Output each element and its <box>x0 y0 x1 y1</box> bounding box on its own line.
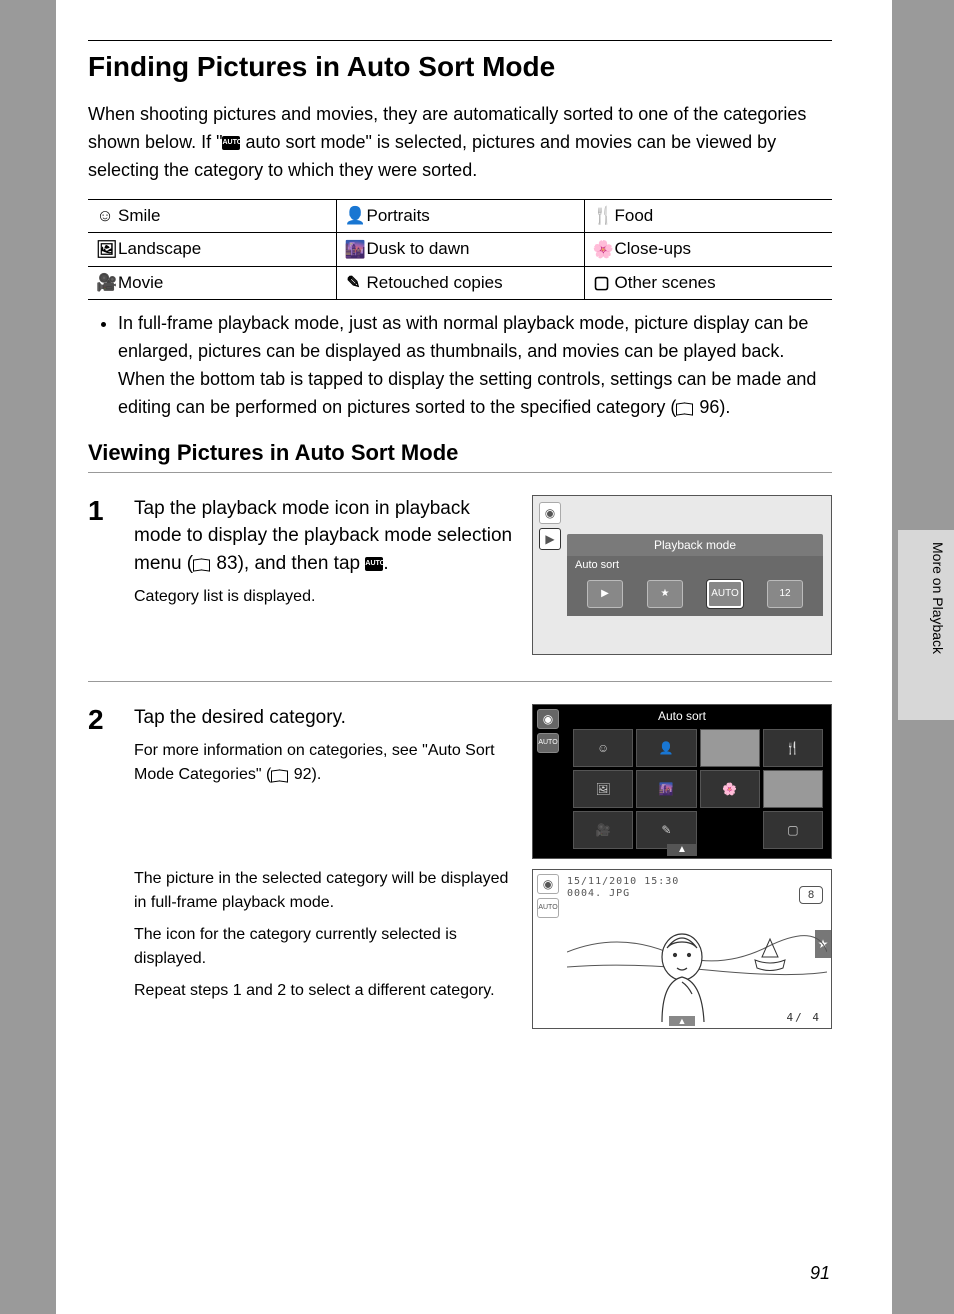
page-number: 91 <box>810 1263 830 1284</box>
food-icon: 🍴 <box>593 206 611 226</box>
book-ref-icon <box>193 557 211 571</box>
mode-menu-subtitle: Auto sort <box>567 556 823 574</box>
category-portraits[interactable]: 👤 <box>636 729 696 767</box>
page-title: Finding Pictures in Auto Sort Mode <box>88 51 832 83</box>
section-subtitle: Viewing Pictures in Auto Sort Mode <box>88 440 832 466</box>
mode-play-button[interactable]: ▶ <box>587 580 623 608</box>
portraits-icon: 👤 <box>345 206 363 226</box>
smile-icon: ☺ <box>96 206 114 226</box>
auto-tab-icon: AUTO <box>537 733 559 753</box>
mode-menu-title: Playback mode <box>567 538 823 552</box>
photo-counter: 4/ 4 <box>787 1011 822 1024</box>
note-list: In full-frame playback mode, just as wit… <box>100 310 832 422</box>
photo-filename: 0004. JPG <box>567 888 679 900</box>
category-dusk[interactable]: 🌆 <box>636 770 696 808</box>
section-tab-label: More on Playback <box>930 542 946 654</box>
category-grid: ☺ 👤 🍴 🖼 🌆 🌸 🎥 ✎ ▢ <box>573 729 823 849</box>
up-tab[interactable]: ▲ <box>669 1016 695 1026</box>
category-smile[interactable]: ☺ <box>573 729 633 767</box>
step-2-text: Tap the desired category. <box>134 707 346 728</box>
category-other[interactable]: ▢ <box>763 811 823 849</box>
category-closeups[interactable]: 🌸 <box>700 770 760 808</box>
cell-label: Movie <box>118 273 163 292</box>
category-portraits-thumb[interactable] <box>700 729 760 767</box>
step-1: 1 Tap the playback mode icon in playback… <box>88 495 832 655</box>
table-row: 🖼Landscape 🌆Dusk to dawn 🌸Close-ups <box>88 233 832 267</box>
screen-left-tabs: ◉ AUTO <box>537 874 559 922</box>
camera-tab-icon: ◉ <box>537 874 559 894</box>
book-ref-icon <box>271 768 289 782</box>
landscape-icon: 🖼 <box>96 240 114 260</box>
cell-label: Landscape <box>118 239 201 258</box>
screen-auto-sort-grid: ◉ AUTO Auto sort ☺ 👤 🍴 🖼 🌆 🌸 <box>532 704 832 859</box>
closeups-icon: 🌸 <box>593 240 611 260</box>
photo-info: 15/11/2010 15:30 0004. JPG <box>567 876 679 900</box>
dusk-icon: 🌆 <box>345 240 363 260</box>
mode-favorites-button[interactable]: ★ <box>647 580 683 608</box>
table-row: ☺Smile 👤Portraits 🍴Food <box>88 199 832 233</box>
auto-sort-title: Auto sort <box>533 709 831 723</box>
up-tab[interactable]: ▲ <box>667 844 697 856</box>
note-item: In full-frame playback mode, just as wit… <box>118 310 832 422</box>
cell-label: Dusk to dawn <box>367 239 470 258</box>
cell-label: Food <box>615 206 654 225</box>
step-2-sub2: The picture in the selected category wil… <box>134 867 514 915</box>
title-rule <box>88 40 832 41</box>
mode-auto-sort-button[interactable]: AUTO <box>707 580 743 608</box>
screen-left-tabs: ◉ ▶ <box>539 502 561 554</box>
table-row: 🎥Movie ✎Retouched copies ▢Other scenes <box>88 266 832 300</box>
categories-table: ☺Smile 👤Portraits 🍴Food 🖼Landscape 🌆Dusk… <box>88 199 832 301</box>
movie-icon: 🎥 <box>96 273 114 293</box>
category-food[interactable]: 🍴 <box>763 729 823 767</box>
intro-paragraph: When shooting pictures and movies, they … <box>88 101 832 185</box>
mode-list-by-date-button[interactable]: 12 <box>767 580 803 608</box>
step-1-text: Tap the playback mode icon in playback m… <box>134 498 512 574</box>
screen-full-frame-playback: ◉ AUTO 15/11/2010 15:30 0004. JPG 8 ★ <box>532 869 832 1029</box>
photo-date: 15/11/2010 15:30 <box>567 876 679 887</box>
cell-label: Smile <box>118 206 161 225</box>
document-page: Finding Pictures in Auto Sort Mode When … <box>56 0 892 1314</box>
step-2-sub3: The icon for the category currently sele… <box>134 923 514 971</box>
camera-tab-icon: ◉ <box>539 502 561 524</box>
cell-label: Retouched copies <box>367 273 503 292</box>
cell-label: Other scenes <box>615 273 716 292</box>
step-number: 2 <box>88 704 116 1029</box>
scene-svg <box>567 900 827 1024</box>
retouched-icon: ✎ <box>345 273 363 293</box>
screen-playback-mode-menu: ◉ ▶ Playback mode Auto sort ▶ ★ AUTO 12 <box>532 495 832 655</box>
cell-label: Portraits <box>367 206 430 225</box>
category-closeups-thumb[interactable] <box>763 770 823 808</box>
cell-label: Close-ups <box>615 239 692 258</box>
mode-menu-panel: Playback mode Auto sort ▶ ★ AUTO 12 <box>567 534 823 616</box>
book-ref-icon <box>676 401 694 415</box>
playback-tab-icon: ▶ <box>539 528 561 550</box>
step-2: 2 Tap the desired category. For more inf… <box>88 704 832 1029</box>
other-icon: ▢ <box>593 273 611 293</box>
auto-tab-icon: AUTO <box>537 898 559 918</box>
step-divider <box>88 681 832 682</box>
category-movie[interactable]: 🎥 <box>573 811 633 849</box>
step-2-sub4: Repeat steps 1 and 2 to select a differe… <box>134 979 514 1003</box>
section-rule <box>88 472 832 473</box>
auto-sort-icon: AUTO <box>222 136 240 150</box>
category-landscape[interactable]: 🖼 <box>573 770 633 808</box>
photo-illustration <box>567 900 827 1024</box>
auto-sort-icon: AUTO <box>365 557 383 571</box>
step-1-subtext: Category list is displayed. <box>134 585 514 609</box>
step-number: 1 <box>88 495 116 655</box>
step-2-sub1: For more information on categories, see … <box>134 739 514 787</box>
